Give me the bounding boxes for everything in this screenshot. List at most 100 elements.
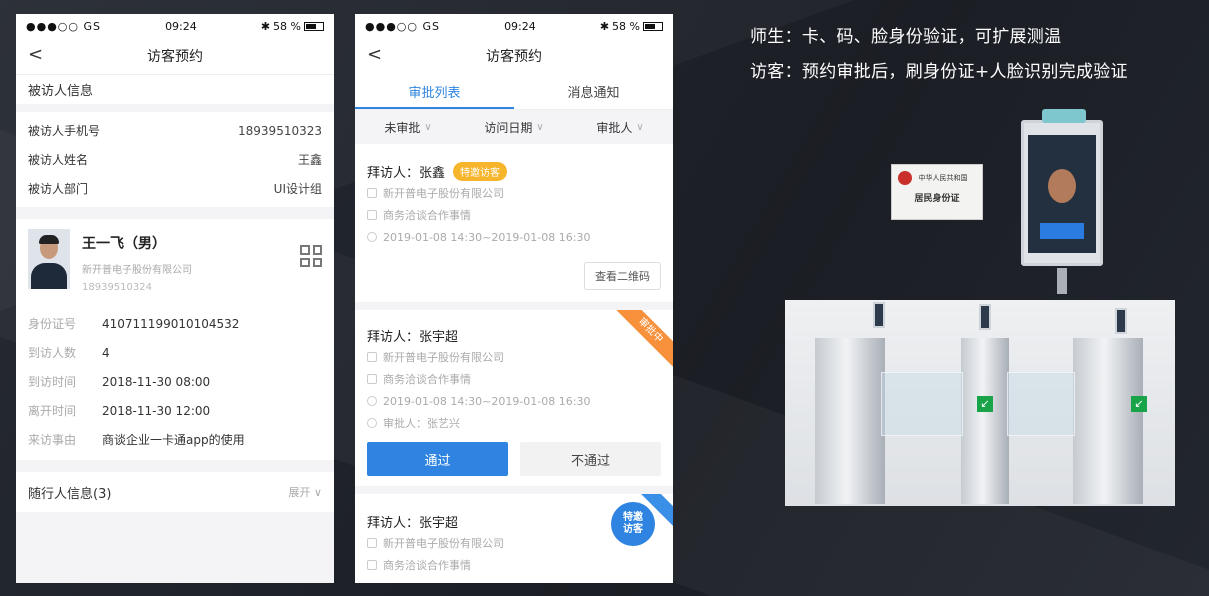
visitor-phone: 18939510324 <box>82 282 152 293</box>
purpose-text: 商务洽谈合作事情 <box>383 559 471 572</box>
visitor-title: 拜访人：张鑫 <box>367 165 446 181</box>
tab-notifications[interactable]: 消息通知 <box>514 74 673 109</box>
detail-row: 身份证号 410711199010104532 <box>28 309 322 338</box>
host-row: 被访人手机号 18939510323 <box>16 116 334 145</box>
companion-row[interactable]: 随行人信息(3) 展开 ∨ <box>16 472 334 512</box>
company-text: 新开普电子股份有限公司 <box>383 537 504 550</box>
clock-icon <box>367 396 377 406</box>
row-value: UI设计组 <box>273 182 322 196</box>
detail-row: 来访事由 商谈企业一卡通app的使用 <box>28 425 322 454</box>
detail-label: 来访事由 <box>28 433 77 447</box>
time-text: 2019-01-08 14:30~2019-01-08 16:30 <box>383 394 591 408</box>
filter-bar: 未审批 ∨ 访问日期 ∨ 审批人 ∨ <box>355 110 673 144</box>
visitor-header: 王一飞（男） 新开普电子股份有限公司 18939510324 <box>28 229 322 295</box>
view-qr-button[interactable]: 查看二维码 <box>584 262 661 290</box>
terminal-screen <box>1028 135 1096 253</box>
document-icon <box>367 210 377 220</box>
signal-indicator: ●●●○○ GS <box>26 19 101 33</box>
turnstile-gate <box>1073 338 1143 504</box>
row-label: 被访人部门 <box>28 182 89 196</box>
page-title: 访客预约 <box>486 49 542 65</box>
detail-value: 2018-11-30 12:00 <box>102 403 211 418</box>
visitor-title: 拜访人：张宇超 <box>367 515 459 531</box>
verify-ok-box <box>1040 223 1084 239</box>
gate-screen <box>1115 308 1127 334</box>
clock-icon <box>367 232 377 242</box>
status-bar: ●●●○○ GS 09:24 ✱ 58 % <box>355 14 673 38</box>
host-row: 被访人部门 UI设计组 <box>16 174 334 203</box>
filter-status[interactable]: 未审批 ∨ <box>355 110 461 144</box>
time-text: 2019-01-08 14:30~2019-01-08 16:30 <box>383 230 591 244</box>
qr-code-icon[interactable] <box>300 245 322 267</box>
row-label: 被访人手机号 <box>28 124 101 138</box>
back-icon[interactable]: < <box>28 44 43 65</box>
approval-card[interactable]: 审批中 拜访人：张宇超 新开普电子股份有限公司 商务洽谈合作事情 2019-01… <box>355 310 673 486</box>
building-icon <box>367 188 377 198</box>
tab-bar: 审批列表 消息通知 <box>355 74 673 110</box>
headline-staff: 师生：卡、码、脸身份验证，可扩展测温 <box>750 27 1062 47</box>
bluetooth-icon: ✱ <box>599 19 610 33</box>
detail-value: 2018-11-30 08:00 <box>102 374 211 389</box>
chevron-down-icon: ∨ <box>424 121 432 133</box>
chevron-down-icon: ∨ <box>636 121 644 133</box>
back-icon[interactable]: < <box>367 44 382 65</box>
battery-icon <box>643 21 663 31</box>
detail-label: 到访人数 <box>28 346 77 360</box>
reject-button[interactable]: 不通过 <box>520 442 661 476</box>
filter-label: 审批人 <box>596 120 633 135</box>
approval-card[interactable]: 特邀 访客 拜访人：张宇超 新开普电子股份有限公司 商务洽谈合作事情 <box>355 494 673 583</box>
detail-value: 商谈企业一卡通app的使用 <box>102 433 245 447</box>
signal-indicator: ●●●○○ GS <box>365 19 440 33</box>
host-info-list: 被访人手机号 18939510323 被访人姓名 王鑫 被访人部门 UI设计组 <box>16 112 334 207</box>
document-icon <box>367 560 377 570</box>
glass-wing <box>1007 372 1075 436</box>
filter-approver[interactable]: 审批人 ∨ <box>567 110 673 144</box>
purpose-text: 商务洽谈合作事情 <box>383 373 471 386</box>
tab-approval-list[interactable]: 审批列表 <box>355 74 514 109</box>
headline-visitor: 访客：预约审批后，刷身份证+人脸识别完成验证 <box>750 62 1128 82</box>
visitor-company: 新开普电子股份有限公司 <box>82 265 192 276</box>
face-terminal <box>1021 109 1103 266</box>
pass-arrow-icon: ↙ <box>977 396 993 412</box>
approve-button[interactable]: 通过 <box>367 442 508 476</box>
building-icon <box>367 538 377 548</box>
phone-approval-list: ●●●○○ GS 09:24 ✱ 58 % < 访客预约 审批列表 消息通知 未… <box>355 14 673 583</box>
company-text: 新开普电子股份有限公司 <box>383 187 504 200</box>
building-icon <box>367 352 377 362</box>
detail-label: 离开时间 <box>28 404 77 418</box>
expand-toggle[interactable]: 展开 ∨ <box>288 484 322 500</box>
gate-screen <box>873 302 885 328</box>
terminal-stand <box>1057 268 1067 294</box>
filter-date[interactable]: 访问日期 ∨ <box>461 110 567 144</box>
id-card-image: 中华人民共和国 居民身份证 <box>891 164 983 220</box>
page-title: 访客预约 <box>147 49 203 65</box>
detail-value: 4 <box>102 345 110 360</box>
row-label: 被访人姓名 <box>28 153 89 167</box>
clock: 09:24 <box>504 19 536 33</box>
detail-row: 离开时间 2018-11-30 12:00 <box>28 396 322 425</box>
document-icon <box>367 374 377 384</box>
visitor-card: 王一飞（男） 新开普电子股份有限公司 18939510324 身份证号 4107… <box>16 219 334 460</box>
bluetooth-icon: ✱ <box>260 19 271 33</box>
detail-value: 410711199010104532 <box>102 316 240 331</box>
detail-row: 到访人数 4 <box>28 338 322 367</box>
visitor-title: 拜访人：张宇超 <box>367 329 459 345</box>
filter-label: 未审批 <box>384 120 421 135</box>
battery-icon <box>304 21 324 31</box>
approver-text: 审批人：张艺兴 <box>383 417 460 430</box>
turnstile-illustration: 中华人民共和国 居民身份证 ↙ ↙ <box>785 109 1175 508</box>
turnstile-gate <box>961 338 1009 504</box>
battery-indicator: ✱ 58 % <box>261 20 324 33</box>
detail-label: 到访时间 <box>28 375 77 389</box>
idcard-header: 中华人民共和国 <box>918 174 968 182</box>
nav-bar: < 访客预约 <box>16 38 334 74</box>
status-bar: ●●●○○ GS 09:24 ✱ 58 % <box>16 14 334 38</box>
row-value: 王鑫 <box>297 153 322 167</box>
special-visitor-badge: 特邀访客 <box>453 161 508 181</box>
camera-icon <box>1042 109 1086 123</box>
detail-label: 身份证号 <box>28 317 77 331</box>
detail-row: 到访时间 2018-11-30 08:00 <box>28 367 322 396</box>
clock: 09:24 <box>165 19 197 33</box>
row-value: 18939510323 <box>238 123 322 138</box>
approval-card[interactable]: 拜访人：张鑫 特邀访客 新开普电子股份有限公司 商务洽谈合作事情 2019-01… <box>355 144 673 302</box>
